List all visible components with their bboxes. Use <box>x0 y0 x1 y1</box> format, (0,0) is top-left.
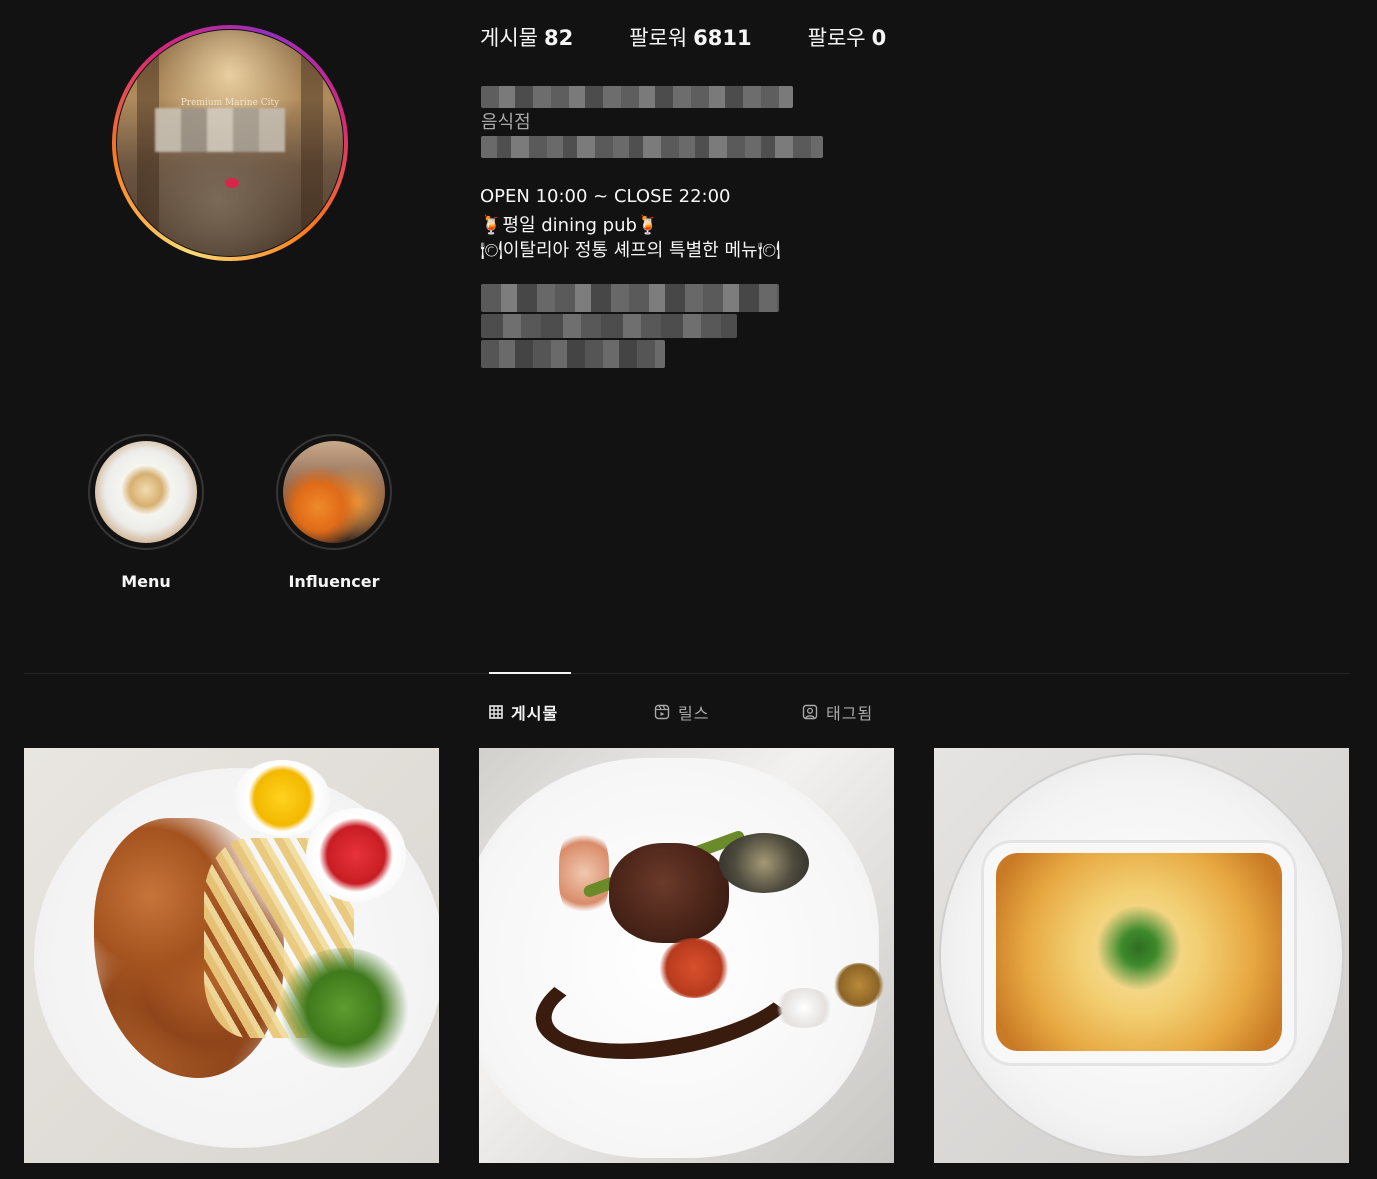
stat-following-label: 팔로우 <box>807 26 866 50</box>
redacted-profile-name <box>481 86 793 108</box>
tab-posts-label: 게시물 <box>511 704 559 723</box>
tagged-icon <box>802 704 818 720</box>
profile-stats: 게시물 82 팔로워 6811 팔로우 0 <box>480 22 942 52</box>
post-thumbnail[interactable] <box>934 748 1349 1163</box>
stat-posts-count: 82 <box>543 26 574 50</box>
tab-tagged-label: 태그됨 <box>826 704 874 723</box>
highlight-menu[interactable]: Menu <box>86 434 206 591</box>
stat-followers-label: 팔로워 <box>629 26 688 50</box>
avatar-flower <box>225 178 239 188</box>
avatar-pillar <box>301 30 323 256</box>
mustard <box>834 963 884 1007</box>
redacted-bio-line <box>481 136 823 158</box>
tab-tagged[interactable]: 태그됨 <box>802 700 873 724</box>
tab-posts[interactable]: 게시물 <box>489 700 558 724</box>
highlight-influencer-label: Influencer <box>288 572 380 591</box>
sauce-bowl-red <box>306 808 406 902</box>
stat-following[interactable]: 팔로우 0 <box>808 22 887 52</box>
highlight-ring <box>88 434 204 550</box>
salt <box>774 988 834 1028</box>
stat-posts-label: 게시물 <box>480 26 538 50</box>
tab-reels-label: 릴스 <box>678 704 710 723</box>
highlight-ring <box>276 434 392 550</box>
bio-hours: OPEN 10:00 ~ CLOSE 22:00 <box>480 186 731 207</box>
tabs-divider <box>24 673 1350 674</box>
avatar-pixelated-logo <box>155 108 285 152</box>
shrimp <box>559 828 609 918</box>
avatar-brand-text: Premium Marine City <box>180 98 280 108</box>
highlight-menu-thumbnail <box>95 441 197 543</box>
salad <box>274 948 414 1068</box>
redacted-contact <box>481 314 737 338</box>
highlight-influencer-thumbnail <box>283 441 385 543</box>
tomato-relish <box>659 938 729 998</box>
profile-category: 음식점 <box>481 112 531 133</box>
active-tab-indicator <box>489 672 571 674</box>
stat-followers-count: 6811 <box>693 26 752 50</box>
bio-chef-menu: 🍽이탈리아 정통 셰프의 특별한 메뉴🍽 <box>480 240 781 261</box>
herb-garnish <box>1089 898 1189 998</box>
steak <box>609 843 729 943</box>
highlight-influencer[interactable]: Influencer <box>274 434 394 591</box>
reels-icon <box>654 704 670 720</box>
post-thumbnail[interactable] <box>479 748 894 1163</box>
stat-following-count: 0 <box>871 26 887 50</box>
profile-avatar[interactable]: Premium Marine City <box>112 25 348 261</box>
abalone <box>719 833 809 893</box>
grid-icon <box>489 705 503 719</box>
stat-followers[interactable]: 팔로워 6811 <box>629 22 751 52</box>
stat-posts[interactable]: 게시물 82 <box>480 22 573 52</box>
avatar-image: Premium Marine City <box>117 30 343 256</box>
sauce-bowl-yellow <box>234 760 330 836</box>
redacted-link <box>481 340 665 368</box>
post-thumbnail[interactable] <box>24 748 439 1163</box>
bio-dining-pub: 🍹평일 dining pub🍹 <box>480 215 660 236</box>
highlight-menu-label: Menu <box>121 572 171 591</box>
redacted-contact <box>481 284 779 312</box>
tab-reels[interactable]: 릴스 <box>654 700 709 724</box>
